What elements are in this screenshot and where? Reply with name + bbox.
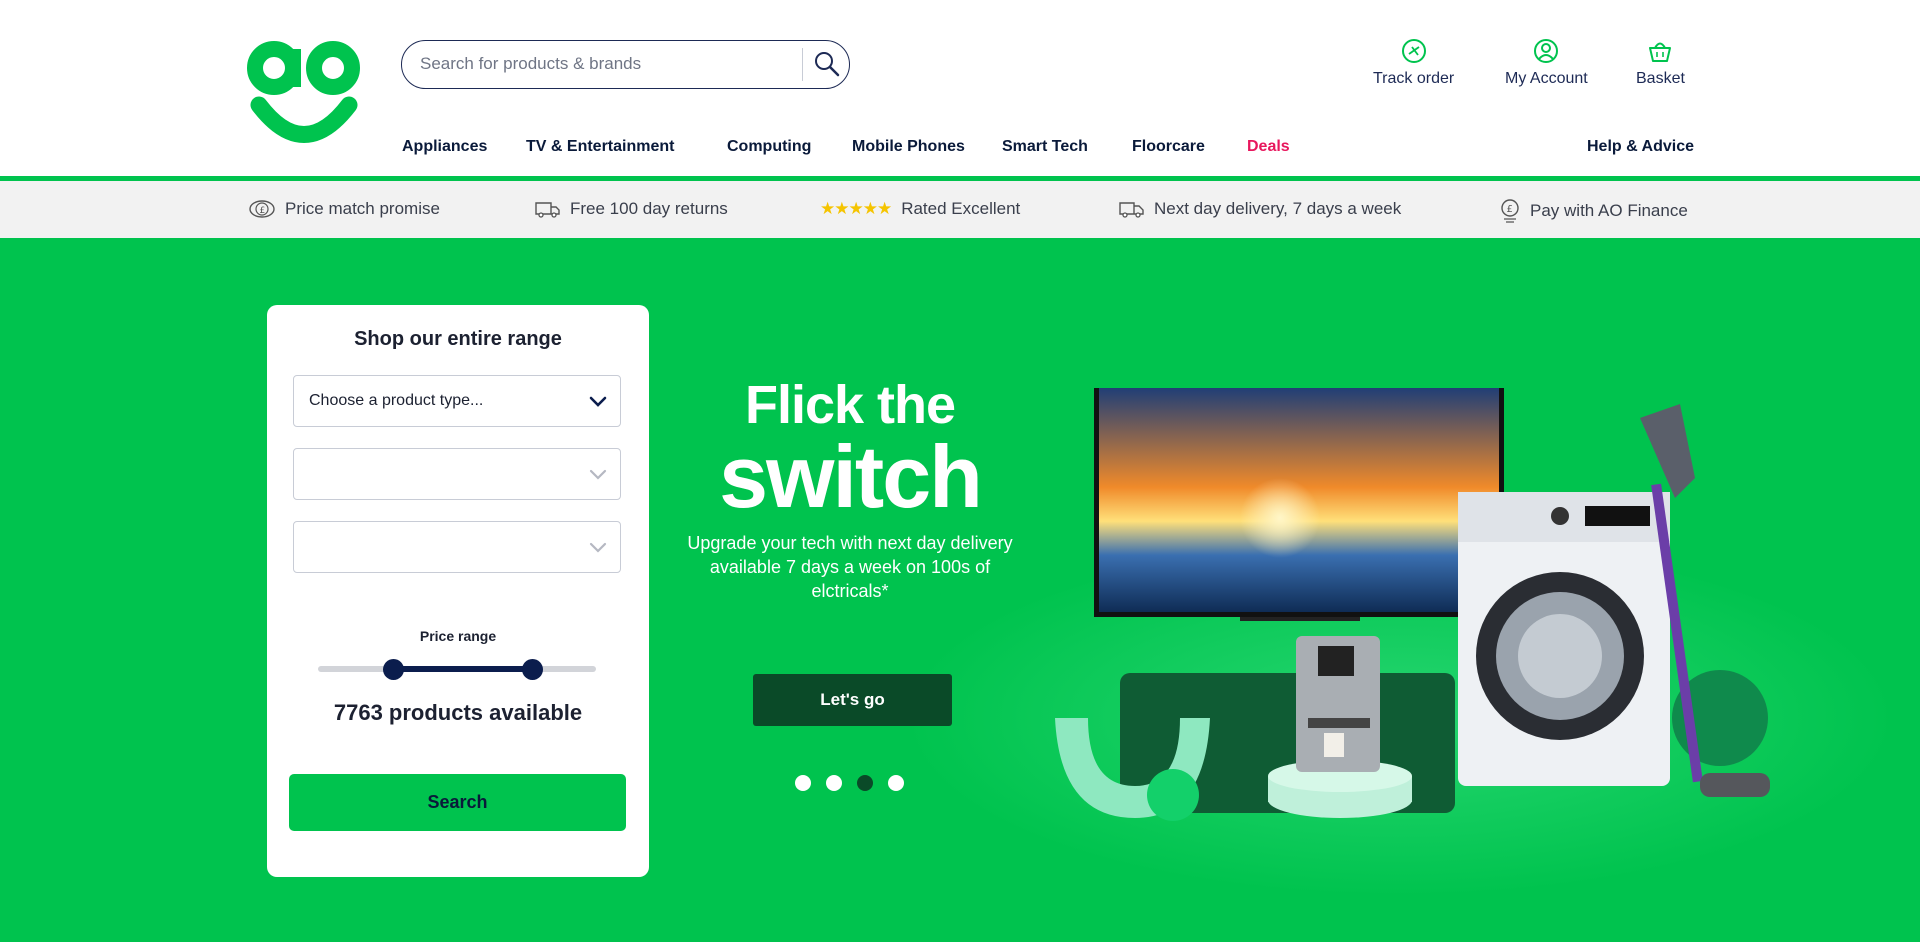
- sub-category-select[interactable]: [293, 521, 621, 573]
- carousel-dot[interactable]: [826, 775, 842, 791]
- usp-rating-label: Rated Excellent: [901, 199, 1021, 218]
- usp-delivery[interactable]: Next day delivery, 7 days a week: [1118, 199, 1401, 219]
- price-range-label: Price range: [419, 628, 497, 644]
- usp-returns[interactable]: Free 100 day returns: [534, 199, 728, 219]
- basket-link[interactable]: Basket: [1636, 38, 1685, 88]
- hero-subtext: Upgrade your tech with next day delivery…: [687, 533, 1013, 601]
- my-account-link[interactable]: My Account: [1505, 38, 1588, 88]
- hero-headline-line2: switch: [719, 427, 983, 526]
- pound-coin-icon: £: [249, 200, 275, 218]
- track-order-link[interactable]: Track order: [1373, 38, 1454, 88]
- search-divider: [802, 48, 803, 81]
- basket-icon: [1649, 42, 1672, 62]
- nav-smart-tech[interactable]: Smart Tech: [1002, 138, 1088, 160]
- svg-text:£: £: [260, 206, 266, 216]
- nav-floorcare[interactable]: Floorcare: [1132, 138, 1205, 160]
- shop-range-title: Shop our entire range: [354, 328, 562, 350]
- hero-products-image: [1055, 388, 1770, 821]
- nav-appliances[interactable]: Appliances: [402, 138, 487, 160]
- stick-vacuum: [1640, 404, 1695, 498]
- usp-delivery-label: Next day delivery, 7 days a week: [1154, 199, 1402, 218]
- svg-text:£: £: [1507, 204, 1513, 215]
- usp-rating[interactable]: ★★★★★ Rated Excellent: [820, 199, 1020, 219]
- track-order-icon: [1401, 39, 1426, 63]
- usp-bar: £ Price match promise Free 100 day retur…: [0, 181, 1920, 238]
- usp-finance-label: Pay with AO Finance: [1530, 201, 1688, 220]
- carousel-dot[interactable]: [888, 775, 904, 791]
- usp-finance[interactable]: £ Pay with AO Finance: [1499, 199, 1688, 223]
- nav-tv-entertainment[interactable]: TV & Entertainment: [526, 138, 674, 160]
- product-type-select[interactable]: Choose a product type...: [293, 375, 621, 427]
- price-slider-fill: [393, 666, 533, 672]
- my-account-label: My Account: [1505, 70, 1588, 87]
- lets-go-button[interactable]: Let's go: [753, 674, 952, 726]
- search-bar: [401, 40, 850, 89]
- carousel-dot[interactable]: [795, 775, 811, 791]
- site-header: Track order My Account Basket Appliances…: [0, 0, 1920, 181]
- green-ball: [1147, 769, 1199, 821]
- chevron-down-icon: [589, 542, 607, 553]
- search-input[interactable]: [420, 41, 790, 87]
- returns-van-icon: [535, 202, 560, 218]
- nav-deals[interactable]: Deals: [1247, 138, 1290, 160]
- carousel-dot[interactable]: [857, 775, 873, 791]
- nav-computing[interactable]: Computing: [727, 138, 811, 160]
- products-available-count: 7763 products available: [333, 700, 583, 725]
- search-button[interactable]: [810, 47, 844, 81]
- usp-price-match[interactable]: £ Price match promise: [249, 199, 440, 219]
- star-rating-icon: ★★★★★: [820, 199, 892, 218]
- brand-select[interactable]: [293, 448, 621, 500]
- account-icon: [1534, 39, 1559, 63]
- track-order-label: Track order: [1373, 70, 1455, 87]
- delivery-truck-icon: [1119, 202, 1144, 218]
- hero-banner: Shop our entire range Choose a product t…: [0, 238, 1920, 942]
- shop-search-button[interactable]: Search: [289, 774, 626, 831]
- ao-logo[interactable]: [247, 38, 361, 150]
- search-icon: [815, 52, 840, 77]
- nav-mobile-phones[interactable]: Mobile Phones: [852, 138, 965, 160]
- usp-returns-label: Free 100 day returns: [570, 199, 728, 218]
- product-type-value: Choose a product type...: [309, 392, 484, 409]
- price-max-handle[interactable]: [521, 659, 543, 680]
- shop-range-card: Shop our entire range Choose a product t…: [267, 305, 649, 877]
- price-min-handle[interactable]: [382, 659, 404, 680]
- finance-icon: £: [1501, 199, 1519, 223]
- nav-help-advice[interactable]: Help & Advice: [1587, 138, 1694, 160]
- basket-label: Basket: [1636, 70, 1685, 87]
- usp-price-match-label: Price match promise: [285, 199, 440, 218]
